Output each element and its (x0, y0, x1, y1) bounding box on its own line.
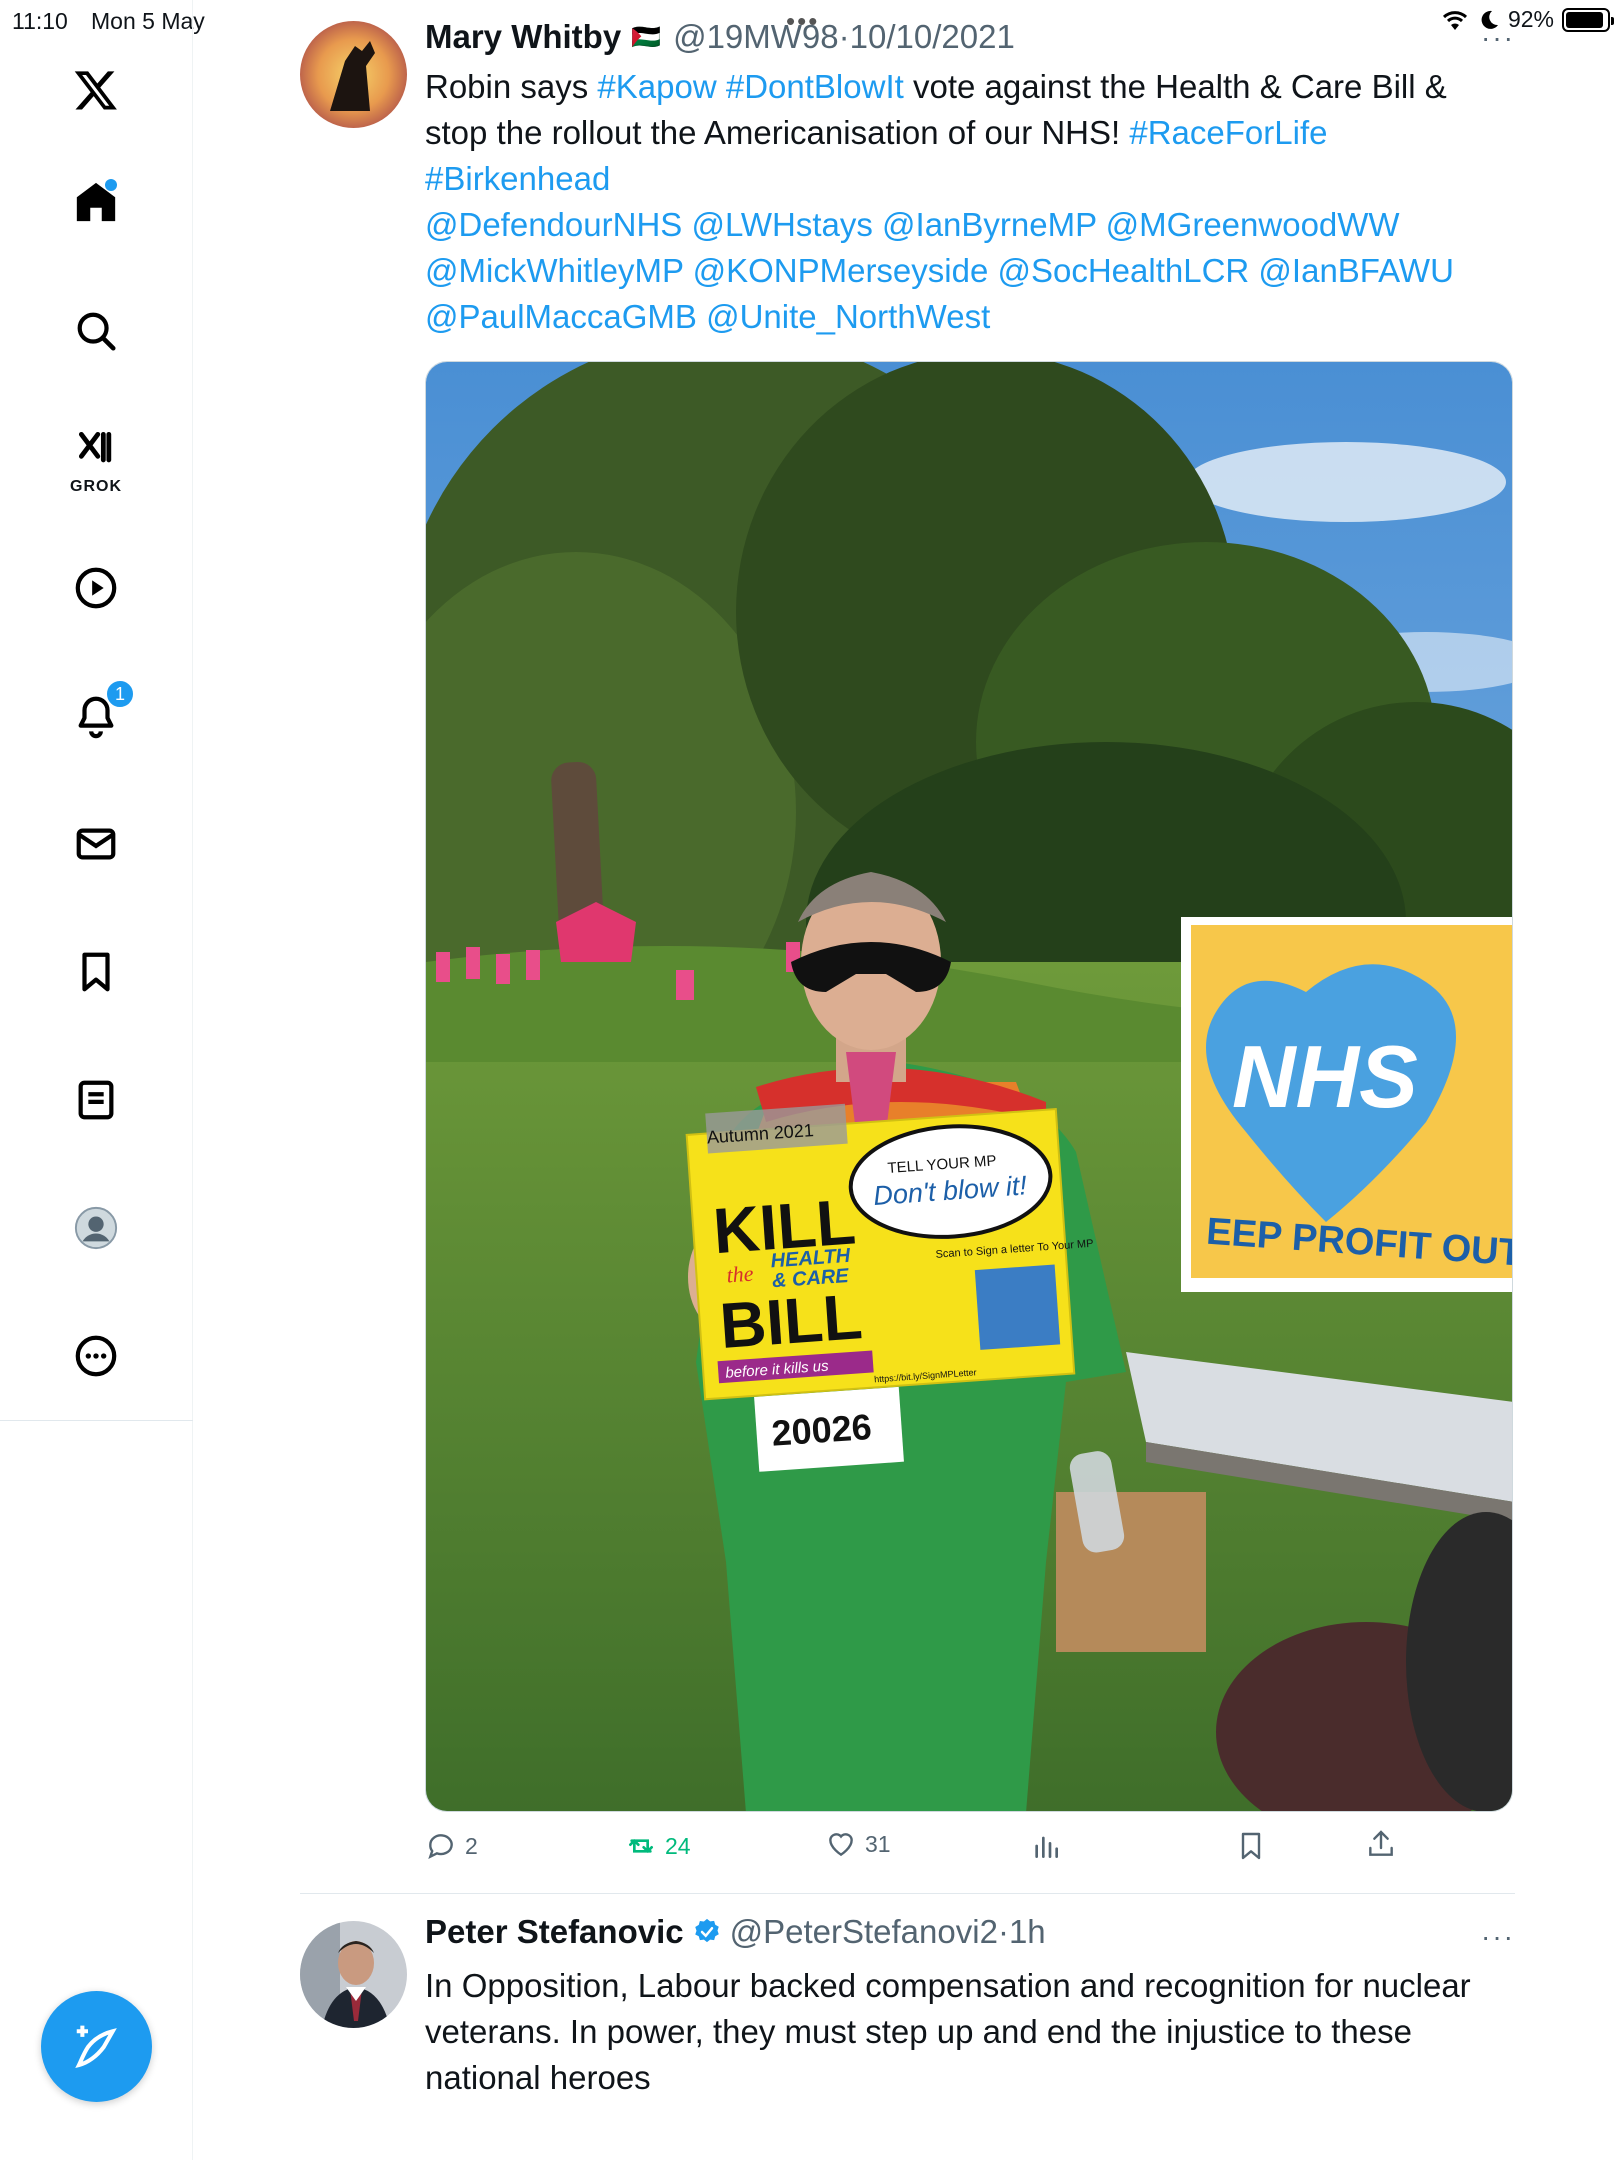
x-logo-icon[interactable] (55, 49, 137, 131)
share-button[interactable] (1365, 1828, 1397, 1860)
tweet-more-icon[interactable]: ··· (1481, 22, 1515, 54)
video-icon[interactable] (55, 547, 137, 629)
bell-icon[interactable]: 1 (55, 675, 137, 757)
verified-badge-icon (694, 1918, 719, 1943)
home-icon[interactable] (55, 161, 137, 243)
hashtag-raceforlife[interactable]: #RaceForLife (1129, 114, 1327, 151)
tweet-header: Peter Stefanovic @PeterStefanovi2 · 1h (425, 1913, 1046, 1951)
mentions-line-2[interactable]: @MickWhitleyMP @KONPMerseyside @SocHealt… (425, 252, 1454, 289)
mentions-line-3[interactable]: @PaulMaccaGMB @Unite_NorthWest (425, 298, 990, 335)
compose-icon (74, 2025, 117, 2068)
author-handle[interactable]: @PeterStefanovi2 (730, 1913, 998, 1951)
compose-button[interactable] (41, 1991, 152, 2102)
tweet-text: Robin says #Kapow #DontBlowIt vote again… (425, 64, 1515, 340)
hashtag-dontblowit[interactable]: #DontBlowIt (726, 68, 904, 105)
bookmark-icon[interactable] (55, 931, 137, 1013)
author-name[interactable]: Peter Stefanovic (425, 1913, 684, 1951)
hashtag-birkenhead[interactable]: #Birkenhead (425, 160, 610, 197)
tweet-mary-whitby[interactable]: Mary Whitby 🇵🇸 @19MW98 · 10/10/2021 ··· … (300, 0, 1515, 1893)
tweet-actions: 2 24 31 (425, 1830, 1425, 1870)
grok-icon[interactable]: GROK (55, 418, 137, 500)
notification-badge: 1 (105, 679, 135, 709)
share-icon (1369, 1830, 1393, 1856)
repost-count: 24 (665, 1832, 691, 1859)
mail-icon[interactable] (55, 803, 137, 885)
tweet-header: Mary Whitby 🇵🇸 @19MW98 · 10/10/2021 (425, 18, 1015, 56)
author-handle[interactable]: @19MW98 (673, 18, 839, 56)
tweet-photo[interactable]: NHS EEP PROFIT OUT 20026 Autumn 2021 TEL… (425, 361, 1513, 1812)
battery-icon (1562, 7, 1614, 32)
tweet-peter-stefanovic[interactable]: Peter Stefanovic @PeterStefanovi2 · 1h ·… (300, 1893, 1515, 2160)
sidebar: GROK 1 (0, 0, 193, 2160)
views-button[interactable] (1030, 1830, 1062, 1862)
views-icon (1035, 1836, 1058, 1858)
banner-nhs-text: NHS (1232, 1027, 1418, 1126)
author-name[interactable]: Mary Whitby (425, 18, 621, 56)
bookmark-action-icon (1241, 1832, 1261, 1860)
tweet-text: In Opposition, Labour backed compensatio… (425, 1967, 1471, 2096)
profile-icon[interactable] (55, 1187, 137, 1269)
avatar-mary-whitby[interactable] (300, 21, 407, 128)
text-segment (717, 68, 726, 105)
sign-the: the (726, 1261, 755, 1288)
bookmark-button[interactable] (1235, 1830, 1267, 1862)
grok-label: GROK (70, 478, 122, 495)
sign-bill: BILL (718, 1280, 865, 1362)
search-icon[interactable] (55, 290, 137, 372)
sidebar-divider (0, 1420, 193, 1421)
like-button[interactable]: 31 (825, 1828, 891, 1860)
tweet-more-icon[interactable]: ··· (1481, 1921, 1515, 1953)
home-notification-dot (105, 179, 117, 191)
lists-icon[interactable] (55, 1059, 137, 1141)
mentions-line-1[interactable]: @DefendourNHS @LWHstays @IanByrneMP @MGr… (425, 206, 1400, 243)
reply-icon (428, 1834, 453, 1860)
more-icon[interactable] (55, 1315, 137, 1397)
reply-button[interactable]: 2 (425, 1830, 478, 1862)
header-separator: · (997, 1913, 1009, 1950)
repost-button[interactable]: 24 (625, 1830, 691, 1862)
tweet-date[interactable]: 10/10/2021 (850, 18, 1015, 56)
bib-number: 20026 (770, 1406, 873, 1454)
repost-icon (629, 1839, 653, 1853)
header-separator: · (838, 18, 850, 55)
flag-icon: 🇵🇸 (631, 23, 662, 51)
hashtag-kapow[interactable]: #Kapow (597, 68, 716, 105)
reply-count: 2 (465, 1832, 478, 1859)
heart-icon (829, 1833, 853, 1857)
like-count: 31 (865, 1830, 891, 1857)
avatar-peter-stefanovic[interactable] (300, 1921, 407, 2028)
tweet-time[interactable]: 1h (1009, 1913, 1046, 1951)
text-segment: Robin says (425, 68, 598, 105)
